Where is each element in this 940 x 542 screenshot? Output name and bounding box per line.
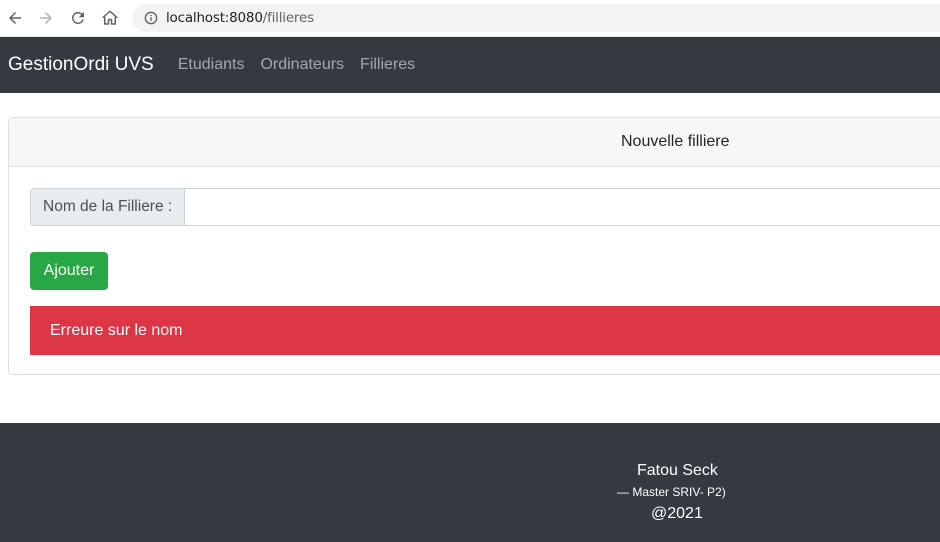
info-icon[interactable] bbox=[144, 11, 158, 25]
navbar-brand[interactable]: GestionOrdi UVS bbox=[8, 54, 154, 76]
page-footer: Fatou Seck — Master SRIV- P2) @2021 bbox=[0, 423, 940, 542]
filliere-form-card: Nouvelle filliere Nom de la Filliere : A… bbox=[8, 117, 940, 375]
filliere-name-group: Nom de la Filliere : bbox=[30, 188, 940, 226]
forward-icon[interactable] bbox=[34, 6, 58, 30]
browser-toolbar: localhost:8080/fillieres bbox=[0, 0, 940, 37]
address-bar[interactable]: localhost:8080/fillieres bbox=[132, 4, 940, 32]
footer-author: Fatou Seck bbox=[637, 462, 718, 479]
url-path: /fillieres bbox=[262, 10, 314, 26]
home-icon[interactable] bbox=[98, 6, 122, 30]
footer-subtitle: — Master SRIV- P2) bbox=[617, 485, 726, 499]
filliere-name-input[interactable] bbox=[185, 188, 940, 226]
url-text: localhost:8080/fillieres bbox=[166, 10, 314, 26]
footer-year: @2021 bbox=[651, 505, 703, 522]
add-button[interactable]: Ajouter bbox=[30, 252, 108, 290]
nav-link-ordinateurs[interactable]: Ordinateurs bbox=[260, 56, 344, 74]
nav-link-fillieres[interactable]: Fillieres bbox=[360, 56, 415, 74]
reload-icon[interactable] bbox=[66, 6, 90, 30]
card-header: Nouvelle filliere bbox=[9, 118, 940, 167]
filliere-name-label: Nom de la Filliere : bbox=[30, 188, 186, 226]
url-host: localhost:8080 bbox=[166, 10, 263, 26]
error-message: Erreure sur le nom bbox=[50, 321, 183, 339]
top-navbar: GestionOrdi UVS Etudiants Ordinateurs Fi… bbox=[0, 37, 940, 93]
card-title: Nouvelle filliere bbox=[621, 133, 730, 150]
nav-link-etudiants[interactable]: Etudiants bbox=[178, 56, 245, 74]
error-alert: Erreure sur le nom bbox=[30, 306, 940, 355]
back-icon[interactable] bbox=[3, 6, 27, 30]
